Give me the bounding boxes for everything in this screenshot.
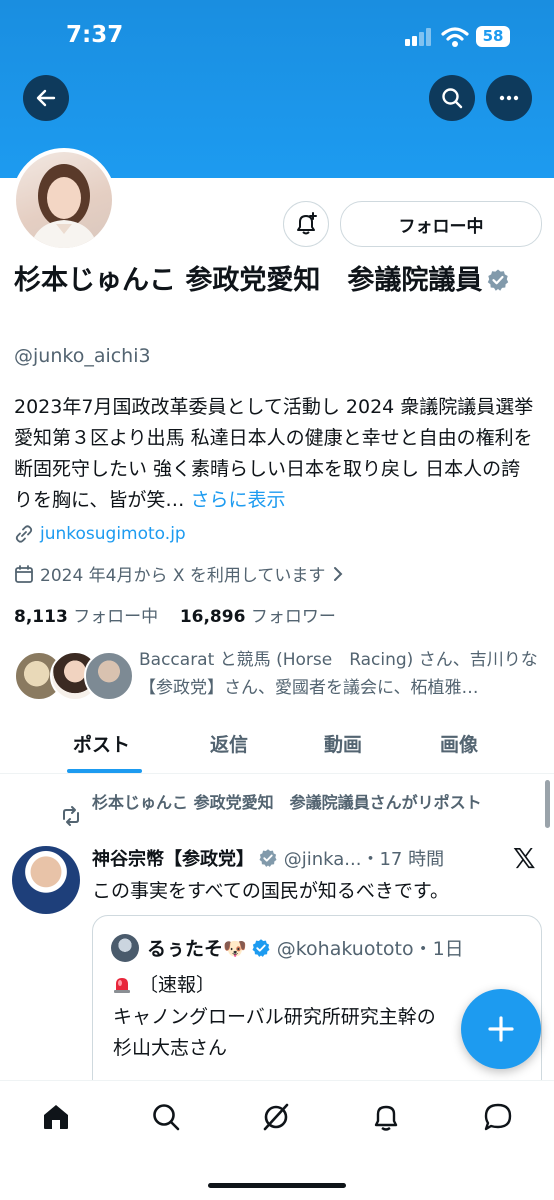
cellular-signal-icon — [405, 28, 431, 46]
profile-bio: 2023年7月国政改革委員として活動し 2024 衆議院議員選挙愛知第３区より出… — [14, 392, 539, 516]
tab-posts[interactable]: ポスト — [73, 730, 130, 757]
bell-plus-icon — [297, 212, 317, 235]
profile-name-block: 杉本じゅんこ 参政党愛知 参議院議員 — [14, 262, 534, 300]
notify-button[interactable] — [283, 201, 329, 247]
followed-by-text[interactable]: Baccarat と競馬 (Horse Racing) さん、吉川りな【参政党】… — [139, 646, 539, 702]
verified-badge-icon[interactable] — [258, 848, 278, 868]
bottom-navigation — [0, 1080, 554, 1200]
search-icon[interactable] — [150, 1101, 182, 1133]
profile-avatar[interactable] — [12, 148, 116, 252]
verified-badge-icon — [252, 939, 270, 957]
scrollbar[interactable] — [545, 780, 550, 828]
back-button[interactable] — [23, 75, 69, 121]
follow-stats: 8,113 フォロー中 16,896 フォロワー — [14, 602, 336, 627]
tab-videos[interactable]: 動画 — [324, 730, 362, 757]
repost-icon — [63, 806, 79, 826]
post-text: この事実をすべての国民が知るべきです。 — [92, 880, 450, 902]
website-url[interactable]: junkosugimoto.jp — [40, 524, 186, 544]
display-name: 杉本じゅんこ 参政党愛知 参議院議員 — [14, 265, 483, 296]
quote-line-3: 杉山大志さん — [113, 1037, 228, 1059]
home-icon[interactable] — [40, 1101, 72, 1133]
joined-text: 2024 年4月から X を利用しています — [40, 566, 326, 586]
plus-icon — [488, 1016, 514, 1042]
active-tab-indicator — [67, 769, 142, 773]
verified-badge-icon[interactable] — [486, 268, 510, 292]
calendar-icon — [15, 564, 33, 583]
tab-images[interactable]: 画像 — [440, 730, 478, 757]
status-time: 7:37 — [66, 22, 124, 48]
bio-more-link[interactable]: さらに表示 — [190, 489, 285, 511]
more-button[interactable] — [486, 75, 532, 121]
notifications-icon[interactable] — [370, 1101, 402, 1133]
post-author-avatar[interactable] — [12, 846, 80, 914]
profile-tabs: ポスト 返信 動画 画像 — [0, 718, 554, 774]
messages-icon[interactable] — [482, 1101, 514, 1133]
quote-author-name: るぅたそ🐶 — [147, 938, 247, 960]
post-header: 神谷宗幣【参政党】 @jinka...・17 時間 — [92, 845, 512, 871]
more-horizontal-icon — [499, 95, 519, 101]
repost-note[interactable]: 杉本じゅんこ 参政党愛知 参議院議員さんがリポスト — [92, 791, 542, 814]
wifi-icon — [441, 27, 469, 47]
compose-button[interactable] — [461, 989, 541, 1069]
following-stat[interactable]: 8,113 フォロー中 — [14, 607, 158, 627]
x-logo-icon[interactable]: 𝕏 — [513, 842, 536, 875]
quote-header: るぅたそ🐶 @kohakuototo・1日 — [147, 934, 537, 961]
avatar-portrait-icon — [30, 164, 98, 248]
link-icon — [15, 525, 33, 543]
profile-handle: @junko_aichi3 — [14, 345, 151, 367]
battery-indicator: 58 — [476, 26, 510, 47]
profile-joined[interactable]: 2024 年4月から X を利用しています — [14, 561, 345, 586]
followers-stat[interactable]: 16,896 フォロワー — [180, 607, 336, 627]
quote-handle-time: @kohakuototo・1日 — [276, 938, 464, 960]
followed-by-avatars[interactable] — [14, 651, 134, 701]
siren-icon — [114, 978, 130, 993]
post-handle-time: @jinka...・17 時間 — [283, 849, 445, 870]
quote-line-2: キャノングローバル研究所研究主幹の — [113, 1006, 436, 1028]
follower-avatar — [84, 651, 134, 701]
search-icon — [442, 88, 463, 109]
home-indicator — [208, 1183, 346, 1188]
quote-line-1: 〔速報〕 — [113, 970, 215, 997]
tab-replies[interactable]: 返信 — [210, 730, 248, 757]
following-button[interactable]: フォロー中 — [340, 201, 542, 247]
profile-website[interactable]: junkosugimoto.jp — [14, 524, 186, 544]
search-button[interactable] — [429, 75, 475, 121]
chevron-right-icon — [334, 566, 343, 581]
arrow-left-icon — [36, 89, 56, 107]
post-author-name[interactable]: 神谷宗幣【参政党】 — [92, 849, 254, 870]
quote-author-avatar — [111, 934, 139, 962]
grok-icon[interactable] — [260, 1101, 292, 1133]
status-bar: 7:37 58 — [0, 0, 554, 70]
